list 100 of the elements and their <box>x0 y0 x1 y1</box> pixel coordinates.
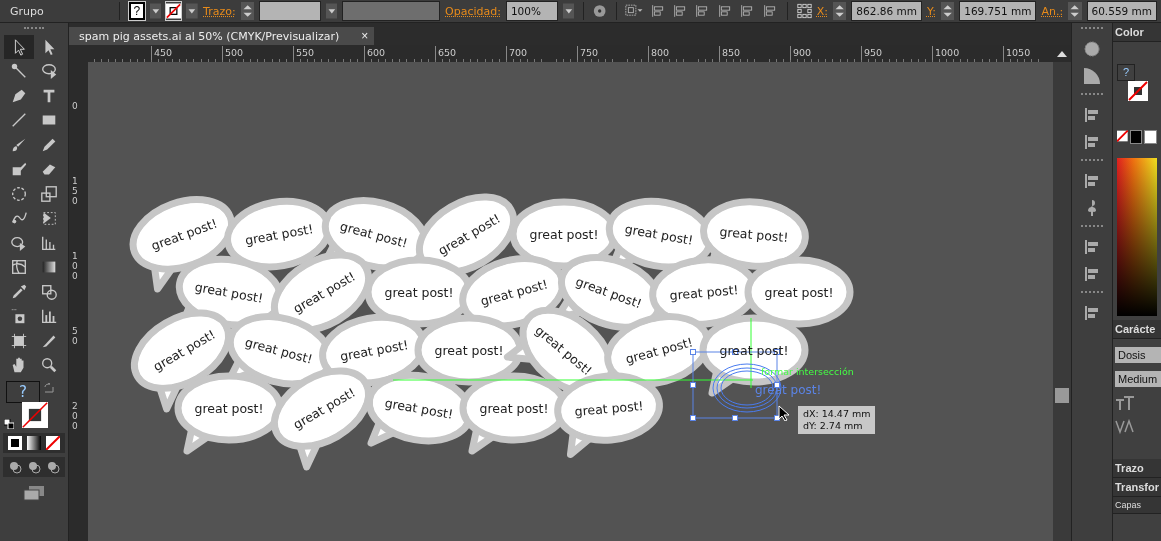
panel-tab[interactable]: Capas <box>1113 497 1161 514</box>
sun-icon[interactable] <box>1082 39 1102 59</box>
gradient-mode-icon[interactable] <box>27 436 41 450</box>
ruler-label: 900 <box>790 46 812 60</box>
bubble-text: great post! <box>193 278 265 306</box>
opacity-field[interactable]: 100% <box>505 1 558 21</box>
default-colors-icon[interactable] <box>4 419 14 429</box>
bubble-text: great post! <box>149 215 219 253</box>
eyedropper-icon[interactable] <box>10 282 28 301</box>
no-stroke-swatch[interactable] <box>1128 81 1148 101</box>
x-field[interactable]: 862.86 mm <box>851 1 922 21</box>
caret-icon[interactable] <box>149 2 162 20</box>
document-tab[interactable]: spam pig assets.ai al 50% (CMYK/Previsualizar) × <box>69 27 375 45</box>
ruler-label: 50 <box>72 327 79 347</box>
document-title: spam pig assets.ai al 50% (CMYK/Previsualizar) <box>79 29 340 43</box>
bubble-text: great post! <box>479 400 549 416</box>
y-spinner[interactable] <box>940 2 955 20</box>
ruler-label: 650 <box>435 46 457 60</box>
panel-grip[interactable] <box>1081 93 1103 98</box>
panel-tab[interactable]: Trazo <box>1113 459 1161 478</box>
bubble-text: great post! <box>623 333 695 367</box>
bubble-text: great post! <box>243 220 315 248</box>
cursor-arrow-icon <box>778 405 790 421</box>
ruler-label: 550 <box>293 46 315 60</box>
variable-width-dropdown[interactable] <box>342 1 441 21</box>
align-right-icon[interactable] <box>695 3 709 19</box>
align-middle-icon[interactable] <box>740 3 754 19</box>
y-field[interactable]: 169.751 mm <box>959 1 1037 21</box>
bubble-text: great post! <box>243 333 315 367</box>
draw-behind-icon[interactable] <box>27 460 41 474</box>
align-left-icon[interactable] <box>650 3 665 19</box>
no-stroke-swatch[interactable] <box>166 2 182 20</box>
bubble-text: great post! <box>764 284 834 300</box>
bubble-text: great post! <box>478 275 550 309</box>
none-swatch[interactable] <box>1117 130 1128 142</box>
x-spinner[interactable] <box>833 2 847 20</box>
draw-normal-icon[interactable] <box>8 460 22 474</box>
font-style-field[interactable]: Medium <box>1115 371 1161 387</box>
color-swatch[interactable] <box>1129 130 1143 144</box>
stroke-label[interactable]: Trazo: <box>203 4 236 18</box>
y-label[interactable]: Y: <box>926 4 936 18</box>
caret-icon[interactable] <box>325 2 338 20</box>
scroll-up-arrow-icon[interactable] <box>1057 50 1067 57</box>
panel-tab[interactable]: Transfor <box>1113 478 1161 497</box>
color-spectrum[interactable] <box>1117 158 1157 316</box>
none-mode-icon[interactable] <box>46 436 60 450</box>
x-label[interactable]: X: <box>816 4 828 18</box>
bubble-text: great post! <box>383 394 455 422</box>
no-stroke-swatch[interactable] <box>20 402 50 428</box>
panel-grip[interactable] <box>1081 225 1103 230</box>
tooltip-text: dX: 14.47 mm <box>803 408 871 420</box>
mesh-icon[interactable] <box>10 258 28 277</box>
align-center-icon[interactable] <box>673 3 687 19</box>
panel-tab[interactable]: Color <box>1113 23 1161 42</box>
stroke-weight-field[interactable] <box>259 1 321 21</box>
scale-icon[interactable] <box>40 184 58 203</box>
lasso-icon[interactable] <box>40 62 58 81</box>
blend-icon[interactable] <box>40 282 58 301</box>
opacity-label[interactable]: Opacidad: <box>445 4 501 18</box>
panel-grip[interactable] <box>1081 159 1103 164</box>
ruler-label: 750 <box>577 46 599 60</box>
ruler-label: 850 <box>719 46 741 60</box>
caret-icon[interactable] <box>562 2 575 20</box>
transform-reference-icon[interactable] <box>625 3 644 19</box>
ruler-label: 600 <box>364 46 386 60</box>
caret-icon[interactable] <box>186 2 199 20</box>
rotate-icon[interactable] <box>10 184 28 203</box>
ruler-label: 800 <box>648 46 670 60</box>
zoom-icon[interactable] <box>40 356 58 375</box>
vertical-scrollbar[interactable] <box>1053 62 1071 541</box>
align-bottom-icon[interactable] <box>762 3 776 19</box>
ruler-label: 150 <box>72 177 79 207</box>
close-tab-button[interactable]: × <box>361 29 369 43</box>
tooltip-text: dY: 2.74 mm <box>803 420 864 432</box>
panel-grip[interactable] <box>1081 27 1103 32</box>
stroke-weight-spinner[interactable] <box>240 2 254 20</box>
bubble-text: great post! <box>529 226 599 242</box>
screen-mode-icon[interactable] <box>23 485 45 501</box>
bubble-text: great post! <box>434 342 504 358</box>
recolor-wheel-icon[interactable] <box>593 3 607 19</box>
artboard-icon[interactable] <box>10 331 28 350</box>
align-top-icon[interactable] <box>717 3 732 19</box>
bar-graph-icon[interactable] <box>40 307 58 326</box>
width-spinner[interactable] <box>1068 2 1082 20</box>
color-swatch[interactable] <box>1144 130 1157 144</box>
width-label[interactable]: An.: <box>1041 4 1064 18</box>
fill-swatch[interactable]: ? <box>128 2 145 20</box>
scrollbar-thumb[interactable] <box>1055 388 1069 403</box>
panel-grip[interactable] <box>1081 291 1103 296</box>
width-field[interactable]: 60.559 mm <box>1086 1 1158 21</box>
panel-tab[interactable]: Carácte <box>1113 320 1161 339</box>
fill-swatch[interactable]: ? <box>1117 64 1135 81</box>
draw-inside-icon[interactable] <box>46 460 60 474</box>
color-mode-icon[interactable] <box>8 436 22 450</box>
tool-button[interactable] <box>4 35 34 59</box>
reference-point-grid-icon[interactable] <box>796 2 812 20</box>
free-transform-icon[interactable] <box>40 209 58 228</box>
font-family-field[interactable]: Dosis <box>1115 347 1161 363</box>
ruler-label: 1000 <box>932 46 960 60</box>
swap-arrows-icon[interactable] <box>44 383 54 393</box>
